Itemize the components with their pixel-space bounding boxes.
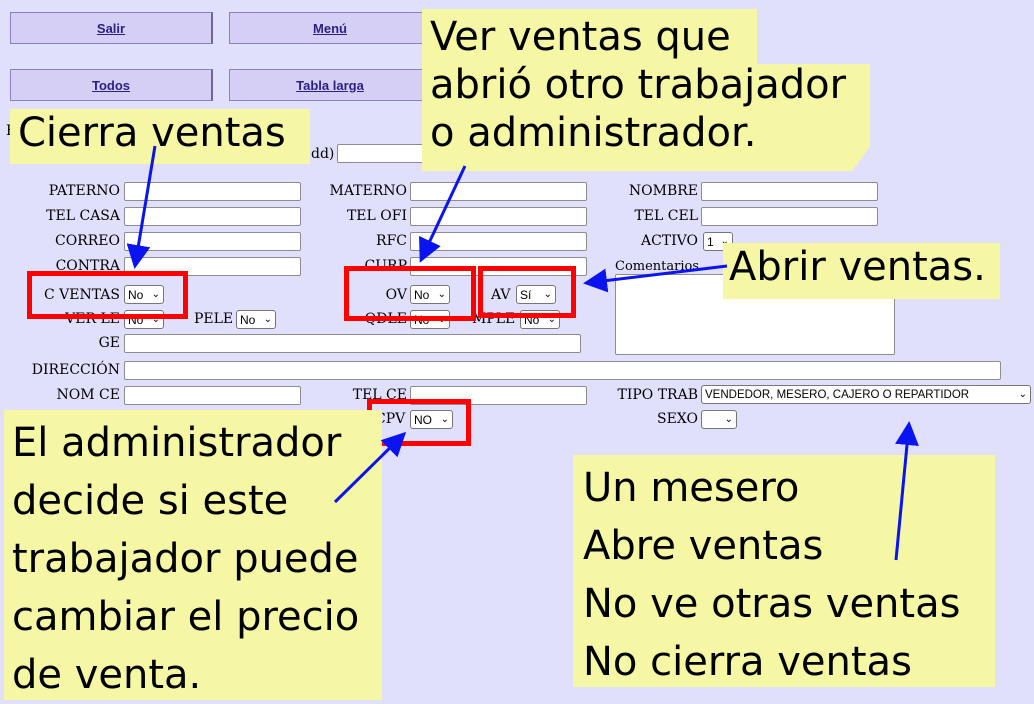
arrows-layer	[126, 145, 919, 561]
arrow-mesero-to-tipo	[894, 421, 919, 561]
arrow-ver-to-ov	[419, 165, 467, 263]
arrow-cierra-to-cventas	[126, 145, 157, 269]
arrow-admin-to-cpv	[333, 431, 407, 504]
arrow-abrir-to-av	[583, 264, 728, 293]
